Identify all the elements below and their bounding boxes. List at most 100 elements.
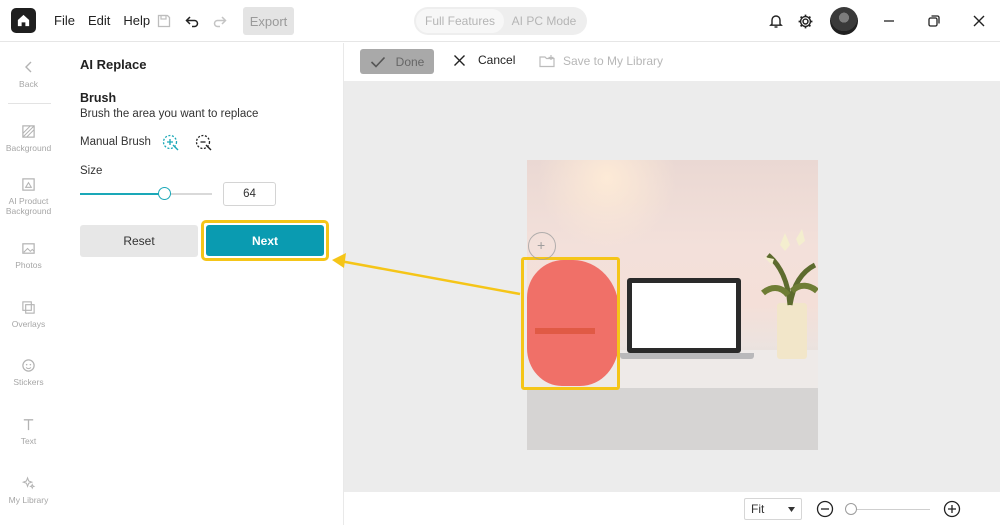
- size-slider[interactable]: [80, 187, 212, 200]
- rail-label-background: Background: [5, 143, 52, 153]
- rail-item-overlays[interactable]: Overlays: [0, 299, 57, 329]
- photo-vase: [777, 303, 807, 359]
- panel-title: AI Replace: [80, 57, 147, 72]
- zoom-slider[interactable]: [848, 509, 930, 510]
- settings-button[interactable]: [796, 12, 814, 30]
- brush-cursor: [528, 232, 556, 260]
- reset-button[interactable]: Reset: [80, 225, 198, 257]
- undo-button[interactable]: [183, 12, 201, 30]
- zoom-slider-thumb[interactable]: [845, 503, 857, 515]
- my-library-icon: [21, 475, 36, 489]
- brush-heading: Brush: [80, 91, 117, 105]
- rail-label-photos: Photos: [15, 260, 42, 270]
- background-icon: [22, 124, 35, 138]
- brush-erase-button[interactable]: [195, 134, 213, 152]
- next-button[interactable]: Next: [206, 225, 324, 256]
- zoom-in-button[interactable]: [943, 500, 961, 518]
- text-icon: [23, 418, 34, 430]
- home-button[interactable]: [11, 8, 36, 33]
- stickers-icon: [22, 358, 35, 372]
- edit-toolbar: Done Cancel Save to My Library: [344, 43, 1000, 81]
- minimize-button[interactable]: [880, 12, 898, 30]
- rail-divider: [8, 103, 51, 104]
- caret-down-icon: [788, 506, 795, 512]
- zoom-out-icon: [816, 500, 834, 518]
- save-to-library-icon: [539, 55, 555, 68]
- rail-label-my-library: My Library: [8, 495, 49, 505]
- menu-file[interactable]: File: [54, 13, 75, 28]
- brush-erase-icon: [195, 134, 212, 151]
- close-window-button[interactable]: [970, 12, 988, 30]
- rail-label-ai-product-background: AI Product Background: [5, 196, 52, 216]
- save-to-library-label: Save to My Library: [563, 54, 664, 68]
- zoom-bar: Fit: [344, 492, 1000, 525]
- left-rail: Back Background AI Product Background Ph…: [0, 43, 57, 525]
- redo-icon: [213, 16, 227, 28]
- zoom-out-button[interactable]: [816, 500, 834, 518]
- chevron-left-icon: [24, 61, 31, 73]
- brush-description: Brush the area you want to replace: [80, 108, 259, 120]
- zoom-fit-select[interactable]: Fit: [744, 498, 802, 520]
- rail-item-photos[interactable]: Photos: [0, 240, 57, 270]
- photo-plant: [761, 229, 818, 306]
- brush-add-button[interactable]: [162, 134, 180, 152]
- size-label: Size: [80, 165, 103, 177]
- restore-icon: [928, 15, 940, 27]
- back-label: Back: [19, 79, 38, 89]
- photo-desk-front: [527, 388, 818, 450]
- ai-replace-panel: AI Replace Brush Brush the area you want…: [57, 43, 344, 525]
- redo-button[interactable]: [211, 12, 229, 30]
- zoom-in-icon: [943, 500, 961, 518]
- brush-add-icon: [162, 134, 179, 151]
- minimize-icon: [884, 20, 894, 22]
- editor-area: Done Cancel Save to My Library Fi: [344, 43, 1000, 525]
- brushed-area-highlight: [521, 257, 620, 390]
- photo-laptop: [627, 278, 741, 353]
- lamp-glow: [537, 160, 677, 250]
- menu-bar: File Edit Help: [54, 13, 150, 28]
- rail-label-text: Text: [20, 436, 37, 446]
- size-input[interactable]: 64: [223, 182, 276, 206]
- rail-item-stickers[interactable]: Stickers: [0, 357, 57, 387]
- export-button[interactable]: Export: [243, 7, 294, 35]
- rail-item-text[interactable]: Text: [0, 416, 57, 446]
- menu-edit[interactable]: Edit: [88, 13, 110, 28]
- rail-item-ai-product-background[interactable]: AI Product Background: [0, 176, 57, 216]
- ai-pc-mode-toggle[interactable]: AI PC Mode: [504, 9, 584, 33]
- size-slider-thumb[interactable]: [158, 187, 171, 200]
- check-icon: [370, 56, 385, 68]
- zoom-fit-value: Fit: [751, 502, 765, 516]
- photos-icon: [22, 242, 35, 254]
- save-icon: [157, 14, 171, 28]
- top-bar: File Edit Help Export Full Features AI P…: [0, 0, 1000, 42]
- notifications-button[interactable]: [767, 12, 785, 30]
- home-icon: [17, 14, 30, 27]
- menu-help[interactable]: Help: [123, 13, 150, 28]
- full-features-toggle[interactable]: Full Features: [416, 9, 504, 33]
- save-button[interactable]: [155, 12, 173, 30]
- photo-laptop-base: [620, 353, 754, 359]
- rail-item-my-library[interactable]: My Library: [0, 475, 57, 505]
- ai-product-background-icon: [22, 177, 35, 191]
- bell-icon: [769, 15, 783, 28]
- size-slider-fill: [80, 193, 164, 195]
- cancel-button[interactable]: Cancel: [453, 53, 515, 67]
- save-to-library-button[interactable]: Save to My Library: [539, 54, 663, 68]
- overlays-icon: [22, 300, 35, 314]
- restore-button[interactable]: [925, 12, 943, 30]
- avatar[interactable]: [830, 7, 858, 35]
- rail-label-stickers: Stickers: [13, 377, 44, 387]
- close-icon: [454, 54, 465, 66]
- rail-item-background[interactable]: Background: [0, 123, 57, 153]
- mode-toggle: Full Features AI PC Mode: [414, 7, 587, 35]
- manual-brush-label: Manual Brush: [80, 136, 151, 148]
- undo-icon: [185, 16, 199, 28]
- done-label: Done: [395, 54, 425, 69]
- cancel-label: Cancel: [478, 53, 516, 67]
- rail-label-overlays: Overlays: [11, 319, 46, 329]
- gear-icon: [798, 14, 812, 28]
- done-button[interactable]: Done: [360, 49, 434, 74]
- back-button[interactable]: Back: [0, 59, 57, 89]
- close-icon: [973, 15, 985, 27]
- photo-laptop-screen: [632, 283, 736, 348]
